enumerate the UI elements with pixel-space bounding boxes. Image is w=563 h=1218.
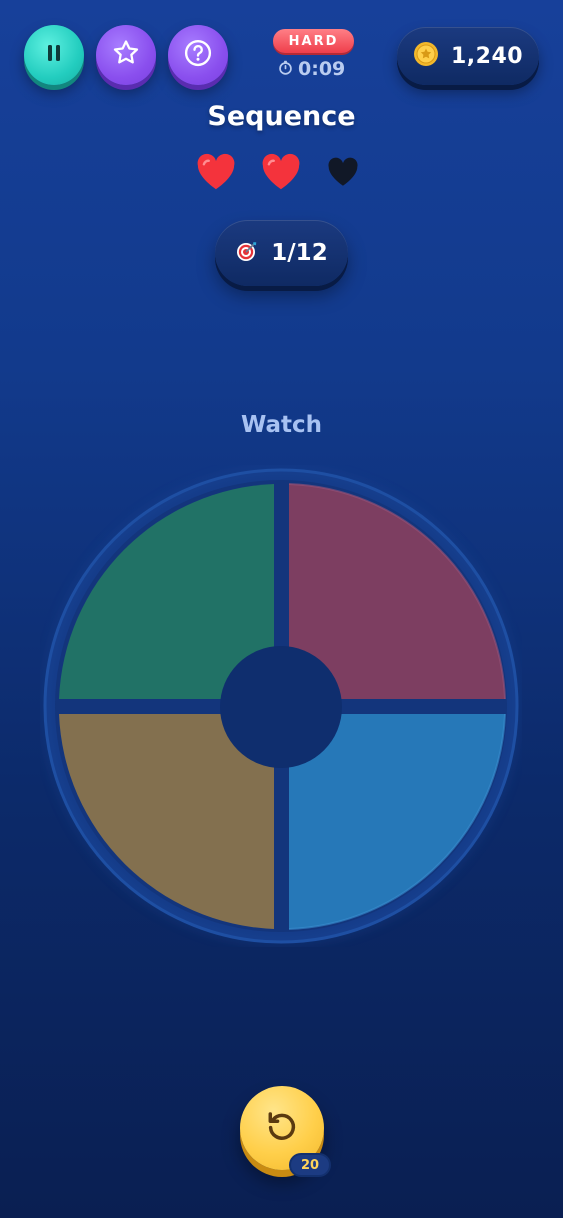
pause-icon [46,43,62,67]
lives [195,153,367,193]
favorites-button[interactable] [96,25,156,85]
coin-balance[interactable]: 1,240 [397,27,539,85]
sequence-progress: 1/12 [215,220,348,286]
star-icon [111,38,141,72]
replay-cost-badge: 20 [289,1153,331,1177]
heart-empty-icon [328,157,358,186]
heart-full-icon [262,153,300,190]
coin-count: 1,240 [451,43,524,69]
help-button[interactable] [168,25,228,85]
gold-coin-icon [413,41,439,71]
simon-board [40,465,522,947]
heart-full-icon [197,153,235,190]
question-mark-icon [183,38,213,72]
target-dart-icon [235,239,259,267]
progress-count: 1/12 [271,240,328,266]
timer-value: 0:09 [298,58,346,80]
game-title: Sequence [207,101,356,132]
difficulty-badge: HARD [273,29,354,53]
replay-icon [263,1107,301,1149]
status-label: Watch [240,412,323,438]
timer: 0:09 [278,58,345,80]
stopwatch-icon [278,58,293,80]
center-hub [220,646,342,768]
pause-button[interactable] [24,25,84,85]
